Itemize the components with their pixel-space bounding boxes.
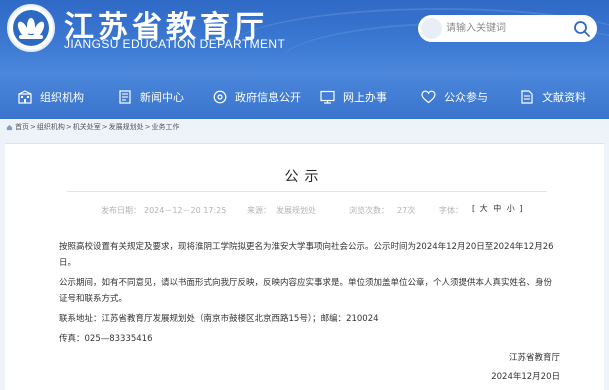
search-placeholder-icon xyxy=(421,18,442,39)
paragraph-announcement: 按照高校设置有关规定及要求，现将淮阴工学院拟更名为淮安大学事项向社会公示。公示时… xyxy=(59,242,554,268)
article-panel: 公示 发布日期： 2024－12－20 17:25 来源： 发展规划处 浏览次数… xyxy=(5,143,604,390)
info-disc-icon xyxy=(213,90,227,104)
breadcrumb-planning-dept[interactable]: 发展规划处 xyxy=(109,122,144,132)
breadcrumb-separator: > xyxy=(101,123,108,131)
news-icon xyxy=(119,90,131,104)
breadcrumb-offices[interactable]: 机关处室 xyxy=(73,122,101,132)
heart-icon xyxy=(421,90,436,104)
article-meta: 发布日期： 2024－12－20 17:25 来源： 发展规划处 浏览次数： 2… xyxy=(5,203,604,219)
nav-item-news[interactable]: 新闻中心 xyxy=(118,75,184,119)
signature-org: 江苏省教育厅 xyxy=(508,353,560,363)
font-medium-button[interactable]: 中 xyxy=(493,204,501,213)
home-icon xyxy=(6,124,13,130)
nav-item-gov-info[interactable]: 政府信息公开 xyxy=(213,75,301,119)
font-size-switcher: [ 大 中 小 ] xyxy=(472,203,522,217)
source-value: 发展规划处 xyxy=(276,206,316,215)
nav-item-label: 公众参与 xyxy=(444,91,488,104)
font-large-button[interactable]: 大 xyxy=(480,204,488,213)
article-title: 公示 xyxy=(284,169,325,185)
font-size-label: 字体： xyxy=(439,206,463,215)
search-input[interactable] xyxy=(446,19,566,38)
building-icon xyxy=(18,90,32,104)
signature-date: 2024年12月20日 xyxy=(491,372,560,382)
site-subtitle: JIANGSU EDUCATION DEPARTMENT xyxy=(64,37,286,51)
search-box xyxy=(418,15,597,42)
article-body: 按照高校设置有关规定及要求，现将淮阴工学院拟更名为淮安大学事项向社会公示。公示时… xyxy=(59,239,559,347)
nav-item-online-service[interactable]: 网上办事 xyxy=(320,75,387,119)
nav-item-label: 政府信息公开 xyxy=(235,91,301,104)
nav-item-label: 组织机构 xyxy=(40,91,84,104)
breadcrumb-separator: > xyxy=(30,123,36,131)
breadcrumb-separator: > xyxy=(65,123,72,131)
font-small-button[interactable]: 小 xyxy=(507,204,515,213)
paragraph-fax: 传真：025—83335416 xyxy=(59,334,153,344)
nav-item-documents[interactable]: 文献资料 xyxy=(520,75,586,119)
breadcrumb: 首页 > 组织机构 > 机关处室 > 发展规划处 > 业务工作 xyxy=(0,119,609,135)
nav-item-public-participation[interactable]: 公众参与 xyxy=(421,75,488,119)
breadcrumb-organization[interactable]: 组织机构 xyxy=(37,122,65,132)
search-icon[interactable] xyxy=(572,19,592,38)
nav-item-label: 文献资料 xyxy=(542,91,586,104)
breadcrumb-separator: > xyxy=(144,123,151,131)
publish-date-label: 发布日期： xyxy=(101,206,141,215)
source-label: 来源： xyxy=(247,206,271,215)
breadcrumb-business[interactable]: 业务工作 xyxy=(152,122,180,132)
emblem-icon[interactable] xyxy=(7,4,55,52)
font-bracket-close: ] xyxy=(519,204,523,213)
views-count: 27次 xyxy=(397,206,416,215)
paragraph-objection: 公示期间，如有不同意见，请以书面形式向我厅反映，反映内容应实事求是。单位须加盖单… xyxy=(59,278,553,304)
font-bracket-open: [ xyxy=(472,204,476,213)
monitor-icon xyxy=(320,90,335,104)
nav-item-label: 网上办事 xyxy=(343,91,387,104)
document-icon xyxy=(521,90,533,104)
site-header: 江苏省教育厅 JIANGSU EDUCATION DEPARTMENT xyxy=(0,0,609,75)
publish-date: 2024－12－20 17:25 xyxy=(144,206,227,215)
title-divider xyxy=(67,191,547,192)
nav-item-label: 新闻中心 xyxy=(140,91,184,104)
views-label: 浏览次数： xyxy=(349,206,389,215)
main-nav: 组织机构 新闻中心 政府信息公开 网上办事 公众参与 文献资料 xyxy=(0,75,609,119)
breadcrumb-home[interactable]: 首页 xyxy=(15,122,29,132)
nav-item-organization[interactable]: 组织机构 xyxy=(18,75,84,119)
paragraph-address: 联系地址：江苏省教育厅发展规划处（南京市鼓楼区北京西路15号）；邮编：21002… xyxy=(59,314,379,324)
